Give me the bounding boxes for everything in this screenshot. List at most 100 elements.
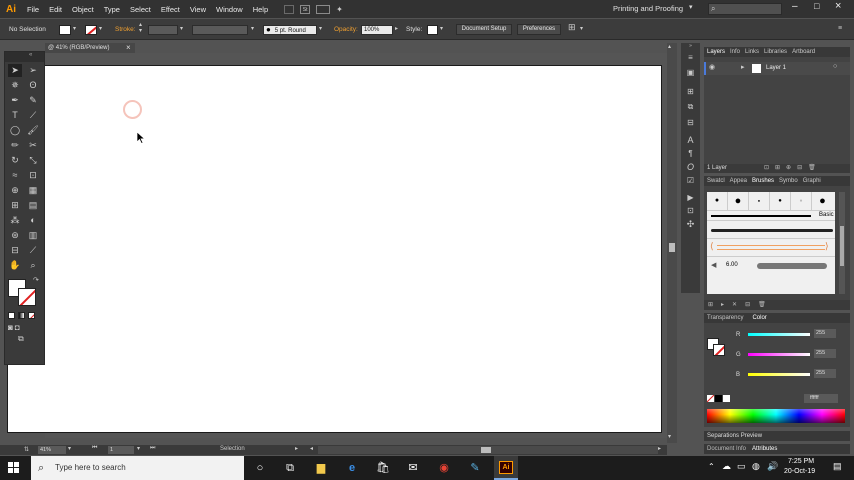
opacity-field[interactable]: 100% [361, 25, 393, 35]
screen-mode-icon[interactable]: ⧉ [5, 334, 44, 344]
stroke-stepper[interactable]: ▴ ▾ [139, 22, 142, 34]
opentype-icon[interactable]: O [681, 162, 700, 172]
selection-tool-icon[interactable]: ➤ [8, 64, 22, 77]
arrange-icon[interactable]: ⊞ [568, 22, 576, 33]
symbols-icon[interactable]: ✣ [681, 219, 700, 230]
separations-preview-tab[interactable]: Separations Preview [704, 433, 762, 439]
swap-colors-icon[interactable]: ↷ [33, 276, 39, 284]
ellipse-tool-icon[interactable]: ◯ [8, 124, 22, 137]
layer-row[interactable]: ◉ ▸ Layer 1 ○ [704, 62, 850, 75]
workspace-switcher[interactable]: Printing and Proofing [613, 4, 683, 13]
tab-info[interactable]: Info [730, 49, 740, 55]
tab-graphic-styles[interactable]: Graphi [803, 178, 821, 184]
brush-preset[interactable]: ● [728, 192, 749, 210]
collapse-icon[interactable]: » [681, 43, 700, 49]
expand-triangle-icon[interactable]: ▸ [741, 63, 745, 71]
transform-icon[interactable]: ⊟ [681, 118, 700, 127]
draw-normal-icon[interactable]: ◙ [8, 323, 13, 332]
brushes-scroll-thumb[interactable] [840, 226, 844, 266]
chevron-down-icon[interactable]: ▾ [73, 25, 76, 32]
type-tool-icon[interactable]: T [8, 109, 22, 122]
chevron-down-icon[interactable]: ▾ [251, 25, 254, 32]
tab-transparency[interactable]: Transparency [707, 315, 743, 321]
gpu-performance-icon[interactable]: ✦ [336, 5, 348, 14]
red-slider[interactable] [748, 333, 810, 336]
green-value-field[interactable]: 255 [814, 349, 836, 358]
line-tool-icon[interactable]: ⟋ [26, 109, 40, 122]
illustrator-taskbar-icon[interactable]: Ai [494, 456, 518, 480]
chevron-right-icon[interactable]: ▸ [658, 445, 661, 452]
opacity-label[interactable]: Opacity: [334, 26, 358, 33]
preferences-button[interactable]: Preferences [517, 24, 561, 35]
brush-preset[interactable]: ● [770, 192, 791, 210]
cortana-icon[interactable]: ○ [250, 456, 270, 480]
stroke-swatch[interactable] [85, 25, 97, 35]
style-swatch[interactable] [427, 25, 438, 35]
menu-effect[interactable]: Effect [156, 5, 185, 14]
menu-view[interactable]: View [185, 5, 211, 14]
chevron-up-icon[interactable]: ⌃ [708, 462, 715, 471]
chevron-down-icon[interactable]: ▾ [180, 25, 183, 32]
zoom-stepper-icon[interactable]: ⇅ [24, 446, 29, 453]
red-value-field[interactable]: 255 [814, 329, 836, 338]
panel-menu-icon[interactable]: ≡ [838, 25, 842, 32]
lasso-tool-icon[interactable]: ʘ [26, 79, 40, 92]
pathfinder-icon[interactable]: ⧉ [681, 102, 700, 112]
eyedropper-tool-icon[interactable]: ⁂ [8, 214, 22, 227]
none-mode-icon[interactable] [28, 312, 35, 319]
horizontal-scrollbar[interactable] [318, 446, 658, 454]
scale-tool-icon[interactable]: ⤡ [26, 154, 40, 167]
battery-icon[interactable]: ▭ [737, 461, 746, 472]
chrome-icon[interactable]: ◉ [434, 456, 454, 480]
clock-time[interactable]: 7:25 PM [788, 458, 814, 465]
tab-brushes[interactable]: Brushes [752, 178, 774, 184]
document-setup-button[interactable]: Document Setup [456, 24, 512, 35]
brush-preset[interactable]: ● [707, 192, 728, 210]
tab-libraries[interactable]: Libraries [764, 49, 787, 55]
scissors-tool-icon[interactable]: ✂ [26, 139, 40, 152]
slice-tool-icon[interactable]: ⟋ [26, 244, 40, 257]
brush-library[interactable]: ● ● ● ● ● ● Basic ⟨ ⟩ ◀ 6.00 [707, 192, 835, 294]
variable-width-profile[interactable] [192, 25, 248, 35]
ribbon-brush-row[interactable]: ⟨ ⟩ [707, 238, 835, 256]
paintbrush-tool-icon[interactable]: 🖌 [26, 124, 40, 137]
chevron-down-icon[interactable]: ▾ [137, 445, 140, 452]
hex-field[interactable]: ffffff [804, 394, 838, 403]
column-graph-tool-icon[interactable]: ▥ [26, 229, 40, 242]
curvature-tool-icon[interactable]: ✎ [26, 94, 40, 107]
character-icon[interactable]: A [681, 135, 700, 145]
actions-icon[interactable]: ▶ [681, 193, 700, 202]
stock-icon[interactable]: St [300, 4, 311, 14]
attributes-tab[interactable]: Attributes [752, 446, 777, 452]
windows-start-icon[interactable] [8, 462, 20, 474]
menu-window[interactable]: Window [211, 5, 248, 14]
tab-layers[interactable]: Layers [707, 49, 725, 55]
gradient-mode-icon[interactable] [18, 312, 25, 319]
tab-color[interactable]: Color [748, 315, 766, 321]
app-icon[interactable]: ✎ [465, 456, 485, 480]
appearance-icon[interactable]: ▣ [681, 68, 700, 77]
task-view-icon[interactable]: ⧉ [280, 456, 300, 480]
network-icon[interactable]: ◍ [752, 461, 760, 472]
chevron-down-icon[interactable]: ▾ [99, 25, 102, 32]
brushes-scrollbar[interactable] [839, 192, 845, 294]
brush-preset[interactable]: ● [749, 192, 770, 210]
menu-object[interactable]: Object [67, 5, 99, 14]
visibility-eye-icon[interactable]: ◉ [709, 63, 715, 71]
chevron-right-icon[interactable]: ▸ [395, 25, 398, 32]
file-explorer-icon[interactable]: ▆ [311, 456, 331, 480]
chevron-down-icon[interactable]: ▾ [68, 445, 71, 452]
close-tab-icon[interactable]: × [126, 43, 131, 52]
first-artboard-icon[interactable]: ⏮ [92, 445, 97, 452]
edge-browser-icon[interactable]: e [342, 456, 362, 480]
mesh-tool-icon[interactable]: ⊞ [8, 199, 22, 212]
checklist-icon[interactable]: ☑ [681, 176, 700, 185]
green-slider[interactable] [748, 353, 810, 356]
warp-tool-icon[interactable]: ≈ [8, 169, 22, 182]
menu-edit[interactable]: Edit [44, 5, 67, 14]
chevron-down-icon[interactable]: ▾ [319, 25, 322, 32]
layer-actions-icon[interactable]: ⊡⊞⊕⊟🗑 [764, 164, 822, 171]
clock-date[interactable]: 20-Oct-19 [784, 468, 815, 475]
chevron-down-icon[interactable]: ▾ [440, 25, 443, 32]
tab-swatches[interactable]: Swatcl [707, 178, 725, 184]
